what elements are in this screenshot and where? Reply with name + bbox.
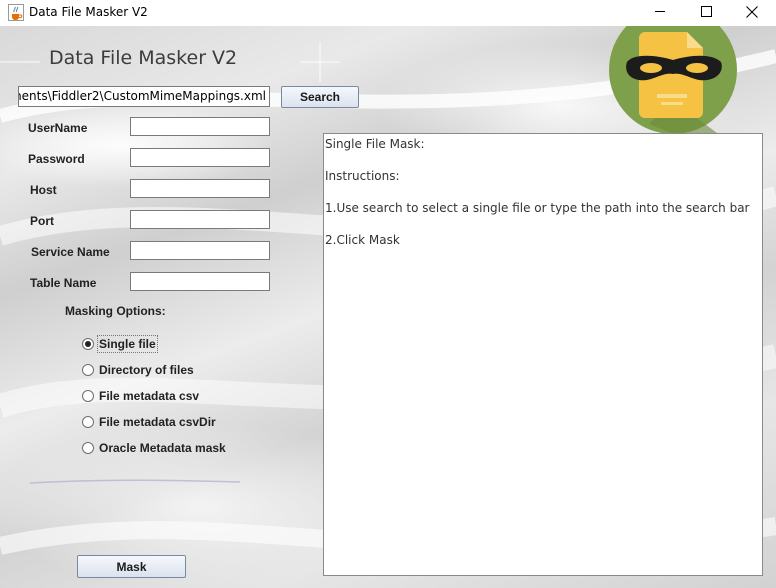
radio-single-file[interactable]: Single file: [78, 333, 168, 355]
file-path-input[interactable]: C:\Users\Documents\Fiddler2\CustomMimeMa…: [18, 86, 270, 107]
port-label: Port: [30, 214, 54, 228]
radio-selected-icon[interactable]: [82, 338, 94, 350]
app-heading: Data File Masker V2: [49, 47, 238, 69]
instructions-step-1: 1.Use search to select a single file or …: [325, 201, 750, 215]
radio-unselected-icon[interactable]: [82, 364, 94, 376]
service-name-field[interactable]: [130, 241, 270, 260]
close-button[interactable]: [729, 0, 775, 26]
title-bar[interactable]: Data File Masker V2: [0, 0, 776, 26]
masked-file-logo-icon: [609, 26, 737, 136]
app-window: Data File Masker V2 Data File Masker V2 …: [0, 0, 776, 588]
username-label: UserName: [28, 121, 88, 135]
mask-button[interactable]: Mask: [77, 555, 186, 578]
table-name-field[interactable]: [130, 272, 270, 291]
search-button[interactable]: Search: [281, 86, 359, 108]
masking-options-label: Masking Options:: [65, 304, 166, 318]
radio-label: File metadata csvDir: [99, 415, 216, 429]
maximize-button[interactable]: [683, 0, 729, 26]
content-panel: Data File Masker V2 C:\Users\Documents\F…: [0, 26, 776, 588]
radio-directory-of-files[interactable]: Directory of files: [78, 359, 206, 381]
password-field[interactable]: [130, 148, 270, 167]
radio-label: Directory of files: [99, 363, 194, 377]
radio-file-metadata-csvdir[interactable]: File metadata csvDir: [78, 411, 228, 433]
minimize-icon: [654, 6, 666, 20]
minimize-button[interactable]: [637, 0, 683, 26]
maximize-icon: [700, 6, 712, 20]
radio-unselected-icon[interactable]: [82, 390, 94, 402]
instructions-step-2: 2.Click Mask: [325, 233, 400, 247]
java-cup-icon: [8, 4, 24, 21]
password-label: Password: [28, 152, 85, 166]
radio-oracle-metadata-mask[interactable]: Oracle Metadata mask: [78, 437, 238, 459]
service-name-label: Service Name: [31, 245, 110, 259]
instructions-subheading: Instructions:: [325, 169, 400, 183]
host-field[interactable]: [130, 179, 270, 198]
radio-label: Single file: [97, 335, 158, 353]
host-label: Host: [30, 183, 57, 197]
radio-file-metadata-csv[interactable]: File metadata csv: [78, 385, 211, 407]
radio-unselected-icon[interactable]: [82, 416, 94, 428]
instructions-heading: Single File Mask:: [325, 137, 425, 151]
radio-label: Oracle Metadata mask: [99, 441, 226, 455]
radio-unselected-icon[interactable]: [82, 442, 94, 454]
instructions-text-area[interactable]: Single File Mask: Instructions: 1.Use se…: [323, 133, 763, 576]
username-field[interactable]: [130, 117, 270, 136]
port-field[interactable]: [130, 210, 270, 229]
radio-label: File metadata csv: [99, 389, 200, 403]
table-name-label: Table Name: [30, 276, 97, 290]
window-title: Data File Masker V2: [29, 5, 148, 19]
file-path-value: C:\Users\Documents\Fiddler2\CustomMimeMa…: [19, 89, 266, 103]
close-icon: [746, 5, 758, 21]
